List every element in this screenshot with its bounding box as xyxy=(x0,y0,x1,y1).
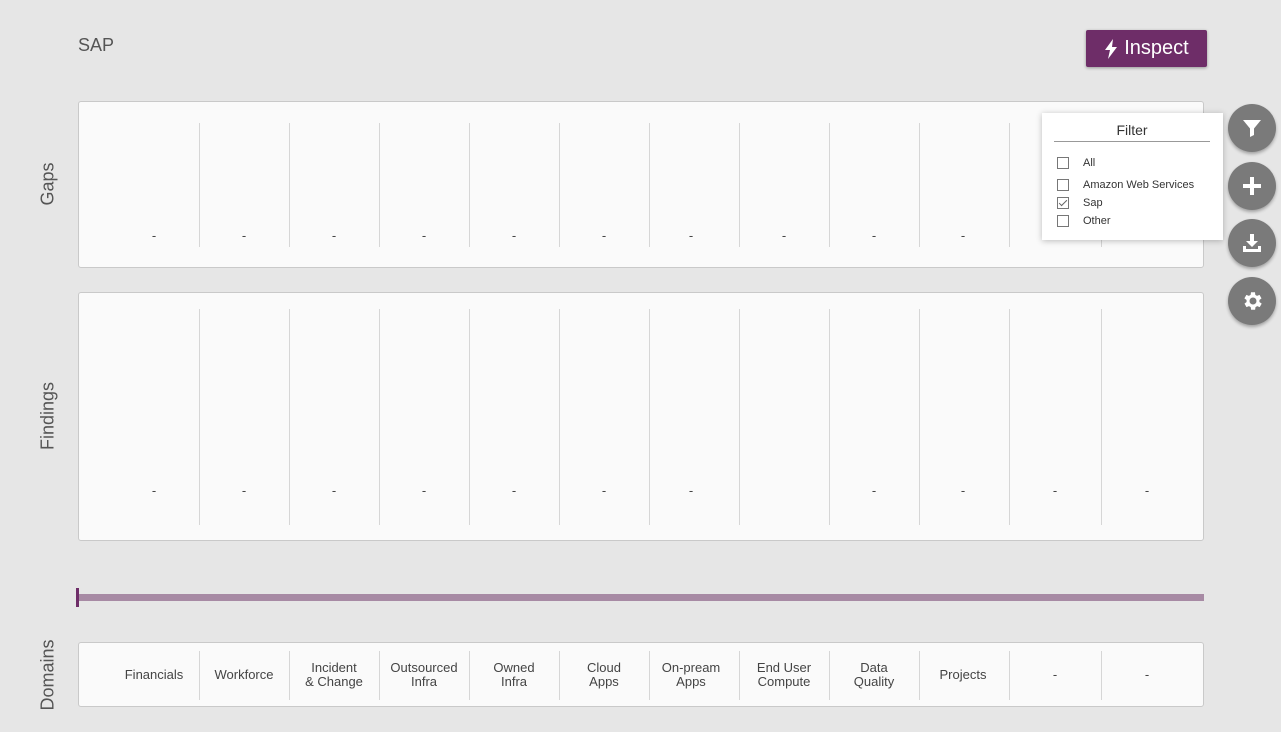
timeline-track[interactable] xyxy=(78,594,1204,601)
gear-icon xyxy=(1244,292,1262,310)
finding-cell: - xyxy=(960,483,966,498)
gap-cell: - xyxy=(331,228,337,243)
gap-cell: - xyxy=(601,228,607,243)
filter-option-label: Other xyxy=(1083,215,1111,227)
domain-cell: Workforce xyxy=(214,666,274,682)
filter-checkbox[interactable] xyxy=(1057,179,1069,191)
filter-option-all[interactable]: All xyxy=(1057,157,1095,169)
filter-button[interactable] xyxy=(1228,104,1276,152)
inspect-button[interactable]: Inspect xyxy=(1086,30,1207,67)
column-divider xyxy=(1009,651,1010,700)
column-divider xyxy=(829,309,830,525)
filter-option-amazon-web-services[interactable]: Amazon Web Services xyxy=(1057,179,1194,191)
finding-cell: - xyxy=(871,483,877,498)
column-divider xyxy=(379,123,380,247)
gap-cell: - xyxy=(511,228,517,243)
finding-cell: - xyxy=(241,483,247,498)
finding-cell: - xyxy=(331,483,337,498)
timeline-handle[interactable] xyxy=(76,588,79,607)
column-divider xyxy=(469,651,470,700)
gap-cell: - xyxy=(960,228,966,243)
filter-popup: Filter All Amazon Web Services Sap Other xyxy=(1042,113,1223,240)
column-divider xyxy=(559,651,560,700)
page-title: SAP xyxy=(78,35,115,55)
gap-cell: - xyxy=(688,228,694,243)
domain-cell: Data Quality xyxy=(853,659,895,689)
plus-icon xyxy=(1243,177,1261,195)
column-divider xyxy=(559,123,560,247)
finding-cell: - xyxy=(1052,483,1058,498)
column-divider xyxy=(649,309,650,525)
filter-checkbox[interactable] xyxy=(1057,197,1069,209)
column-divider xyxy=(739,651,740,700)
column-divider xyxy=(919,651,920,700)
column-divider xyxy=(919,123,920,247)
gap-cell: - xyxy=(241,228,247,243)
finding-cell: - xyxy=(601,483,607,498)
domain-cell: End User Compute xyxy=(756,659,812,689)
finding-cell: - xyxy=(1144,483,1150,498)
column-divider xyxy=(379,309,380,525)
column-divider xyxy=(289,651,290,700)
gaps-label: Gaps xyxy=(37,162,58,206)
domain-cell: Outsourced Infra xyxy=(390,659,458,689)
finding-cell: - xyxy=(421,483,427,498)
domain-cell: Incident & Change xyxy=(305,659,363,689)
filter-checkbox[interactable] xyxy=(1057,215,1069,227)
download-icon xyxy=(1243,234,1261,252)
domain-cell: Owned Infra xyxy=(493,659,535,689)
column-divider xyxy=(649,651,650,700)
inspect-button-label: Inspect xyxy=(1124,37,1189,59)
filter-option-other[interactable]: Other xyxy=(1057,215,1111,227)
add-button[interactable] xyxy=(1228,162,1276,210)
findings-label: Findings xyxy=(37,381,58,451)
findings-panel: ----------- xyxy=(78,292,1204,541)
column-divider xyxy=(469,309,470,525)
column-divider xyxy=(199,309,200,525)
domain-cell: - xyxy=(1052,666,1058,682)
domains-panel: Financials Workforce Incident & Change Outs… xyxy=(78,642,1204,707)
domain-cell: Financials xyxy=(124,666,184,682)
finding-cell: - xyxy=(151,483,157,498)
column-divider xyxy=(199,123,200,247)
column-divider xyxy=(829,651,830,700)
domains-label: Domains xyxy=(37,639,58,711)
gap-cell: - xyxy=(871,228,877,243)
column-divider xyxy=(559,309,560,525)
column-divider xyxy=(289,309,290,525)
column-divider xyxy=(739,123,740,247)
column-divider xyxy=(919,309,920,525)
filter-option-label: All xyxy=(1083,157,1096,169)
domain-cell: On-pream Apps xyxy=(661,659,721,689)
column-divider xyxy=(1009,309,1010,525)
gap-cell: - xyxy=(781,228,787,243)
column-divider xyxy=(379,651,380,700)
domain-cell: - xyxy=(1144,666,1150,682)
filter-checkbox[interactable] xyxy=(1057,157,1069,169)
column-divider xyxy=(1101,651,1102,700)
domain-cell: Cloud Apps xyxy=(587,659,621,689)
column-divider xyxy=(289,123,290,247)
filter-option-sap[interactable]: Sap xyxy=(1057,197,1103,209)
column-divider xyxy=(1009,123,1010,247)
column-divider xyxy=(649,123,650,247)
bolt-icon xyxy=(1105,38,1118,59)
column-divider xyxy=(199,651,200,700)
gap-cell: - xyxy=(151,228,157,243)
finding-cell: - xyxy=(511,483,517,498)
column-divider xyxy=(469,123,470,247)
download-button[interactable] xyxy=(1228,219,1276,267)
filter-icon xyxy=(1243,120,1261,137)
settings-button[interactable] xyxy=(1228,277,1276,325)
filter-option-label: Sap xyxy=(1083,197,1103,209)
column-divider xyxy=(1101,309,1102,525)
gaps-panel: ---------- xyxy=(78,101,1204,268)
filter-option-label: Amazon Web Services xyxy=(1083,179,1195,191)
column-divider xyxy=(739,309,740,525)
finding-cell: - xyxy=(688,483,694,498)
domain-cell: Projects xyxy=(939,666,987,682)
column-divider xyxy=(829,123,830,247)
filter-title: Filter xyxy=(1054,122,1210,142)
gap-cell: - xyxy=(421,228,427,243)
